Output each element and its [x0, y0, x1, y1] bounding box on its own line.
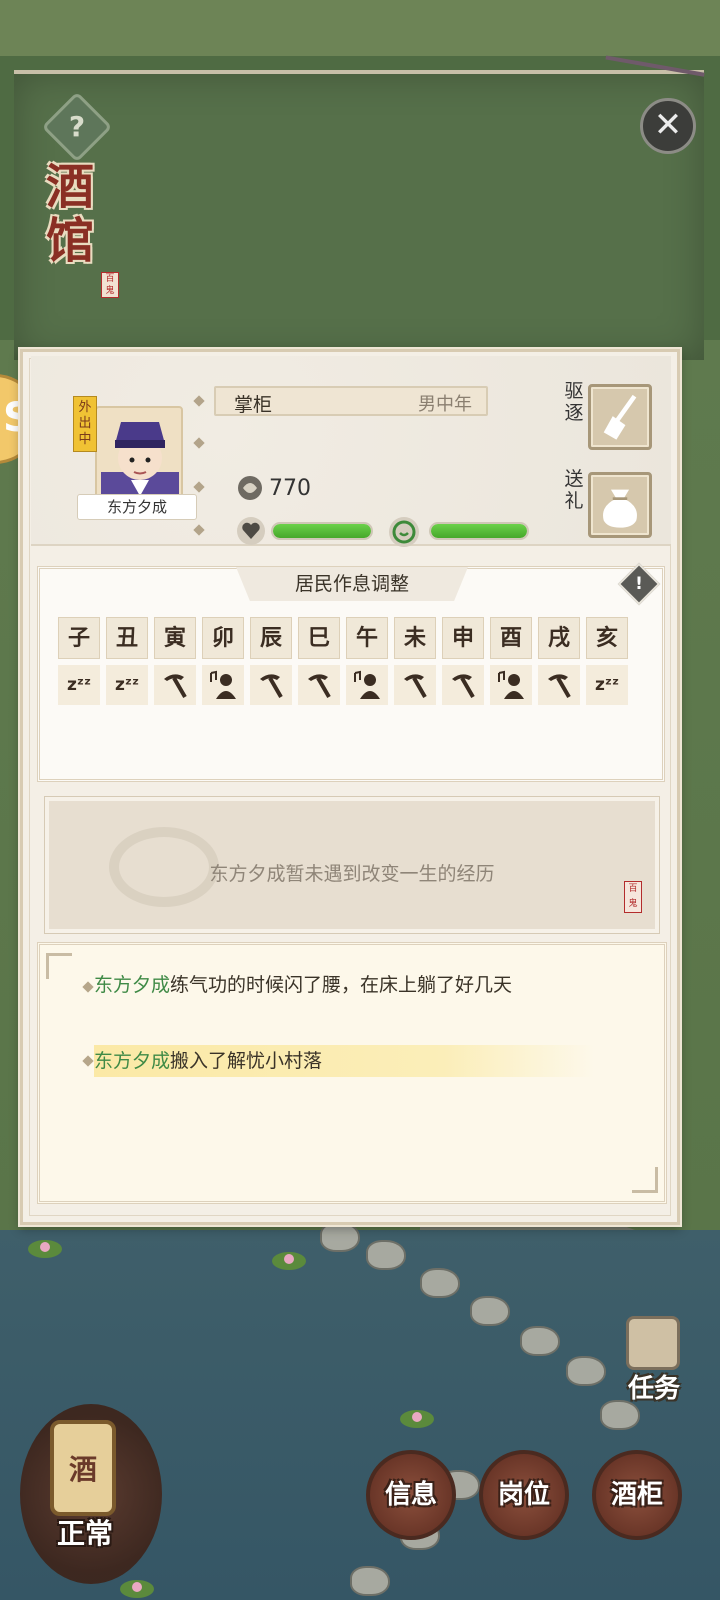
experience-box: 东方夕成暂未遇到改变一生的经历 百鬼 — [45, 797, 659, 933]
coin-count: 770 — [269, 476, 311, 501]
stone — [470, 1296, 510, 1326]
post-label: 岗位 — [497, 1480, 550, 1510]
wine-jar-label: 酒 — [68, 1453, 97, 1486]
pickaxe-icon[interactable] — [442, 665, 484, 705]
schedule-info-button[interactable]: ! — [617, 562, 661, 606]
pickaxe-icon[interactable] — [250, 665, 292, 705]
hour-cell: 未 — [394, 617, 436, 659]
log-bullet — [82, 981, 94, 993]
info-label: 信息 — [384, 1480, 437, 1510]
hour-cell: 巳 — [298, 617, 340, 659]
schedule-panel: 居民作息调整 ! 子丑寅卯辰巳午未申酉戌亥 zᶻᶻ zᶻᶻ zᶻᶻ — [37, 562, 665, 782]
mood-bar-fill — [431, 524, 527, 538]
pickaxe-icon[interactable] — [298, 665, 340, 705]
resident-profile: 外出中 东方夕成 掌柜 男中年 770 驱逐 送礼 — [31, 356, 671, 547]
scroll-icon — [626, 1316, 680, 1370]
hour-cell: 卯 — [202, 617, 244, 659]
stone — [350, 1566, 390, 1596]
event-log: 东方夕成练气功的时候闪了腰，在床上躺了好几天 东方夕成搬入了解忧小村落 — [37, 942, 667, 1204]
gift-label: 送礼 — [564, 468, 584, 512]
corner-ornament — [46, 953, 72, 979]
portrait-frame[interactable] — [95, 406, 183, 506]
resident-name: 东方夕成 — [77, 494, 197, 520]
broom-icon — [603, 394, 637, 440]
sleep-icon[interactable]: zᶻᶻ — [586, 665, 628, 705]
log-entry: 东方夕成练气功的时候闪了腰，在床上躺了好几天 — [94, 973, 624, 997]
leisure-icon[interactable] — [202, 665, 244, 705]
tasks-button[interactable]: 任务 — [612, 1316, 692, 1406]
sleep-icon[interactable]: zᶻᶻ — [106, 665, 148, 705]
wine-jar-icon: 酒 — [50, 1420, 116, 1516]
page-title: 酒馆 — [46, 159, 95, 269]
mood-icon — [389, 517, 419, 547]
exclamation-icon: ! — [635, 574, 643, 594]
hour-cell: 午 — [346, 617, 388, 659]
log-entry-name: 东方夕成 — [94, 1050, 171, 1072]
pickaxe-icon[interactable] — [154, 665, 196, 705]
health-bar — [271, 522, 373, 540]
coin-icon — [238, 476, 262, 500]
hour-cell: 寅 — [154, 617, 196, 659]
seal-stamp: 百鬼 — [101, 272, 119, 298]
bullet-dot — [193, 524, 205, 536]
bullet-dot — [193, 395, 205, 407]
lily-pad — [28, 1240, 62, 1258]
top-bar — [0, 0, 720, 56]
mood-bar — [429, 522, 529, 540]
tavern-status-label: 正常 — [56, 1517, 113, 1550]
expel-button[interactable] — [588, 384, 652, 450]
sleep-icon[interactable]: zᶻᶻ — [58, 665, 100, 705]
expel-label: 驱逐 — [564, 380, 584, 424]
info-button[interactable]: 信息 — [366, 1450, 456, 1540]
hour-cell: 亥 — [586, 617, 628, 659]
log-entry-text: 搬入了解忧小村落 — [170, 1050, 323, 1072]
wine-cabinet-label: 酒柜 — [610, 1480, 663, 1510]
gift-bag-icon — [603, 489, 637, 528]
bullet-dot — [193, 437, 205, 449]
hour-cell: 申 — [442, 617, 484, 659]
log-bullet — [82, 1055, 94, 1067]
leisure-icon[interactable] — [346, 665, 388, 705]
pickaxe-icon[interactable] — [538, 665, 580, 705]
health-bar-fill — [273, 524, 371, 538]
log-entry-text: 练气功的时候闪了腰，在床上躺了好几天 — [170, 974, 513, 996]
gift-button[interactable] — [588, 472, 652, 538]
hour-cell: 酉 — [490, 617, 532, 659]
hour-cell: 戌 — [538, 617, 580, 659]
status-badge: 外出中 — [73, 396, 97, 452]
question-icon: ? — [68, 110, 86, 143]
corner-ornament — [632, 1167, 658, 1193]
resident-avatar — [101, 422, 179, 504]
close-button[interactable]: ✕ — [640, 98, 696, 154]
close-icon: ✕ — [653, 105, 683, 145]
post-button[interactable]: 岗位 — [479, 1450, 569, 1540]
lily-pad — [272, 1252, 306, 1270]
stone — [520, 1326, 560, 1356]
role-bar: 掌柜 男中年 — [214, 386, 488, 416]
seal-stamp: 百鬼 — [624, 881, 642, 913]
tasks-label: 任务 — [627, 1374, 680, 1404]
schedule-title: 居民作息调整 — [236, 567, 468, 601]
stone — [320, 1222, 360, 1252]
bullet-dot — [193, 481, 205, 493]
hour-cell: 辰 — [250, 617, 292, 659]
resident-panel: 外出中 东方夕成 掌柜 男中年 770 驱逐 送礼 居民作息调整 ! 子 丑 寅… — [20, 349, 680, 1225]
stone — [566, 1356, 606, 1386]
log-entry: 东方夕成搬入了解忧小村落 — [94, 1045, 594, 1077]
leisure-icon[interactable] — [490, 665, 532, 705]
pickaxe-icon[interactable] — [394, 665, 436, 705]
stone — [420, 1268, 460, 1298]
hour-cell: 子 — [58, 617, 100, 659]
lily-pad — [120, 1580, 154, 1598]
heart-icon — [237, 517, 265, 545]
stone — [366, 1240, 406, 1270]
wine-cabinet-button[interactable]: 酒柜 — [592, 1450, 682, 1540]
tavern-board — [14, 70, 704, 360]
resident-gender-age: 男中年 — [418, 394, 472, 415]
lily-pad — [400, 1410, 434, 1428]
experience-text: 东方夕成暂未遇到改变一生的经历 — [209, 863, 495, 885]
hour-cell: 丑 — [106, 617, 148, 659]
resident-role: 掌柜 — [234, 394, 273, 416]
log-entry-name: 东方夕成 — [94, 974, 171, 996]
